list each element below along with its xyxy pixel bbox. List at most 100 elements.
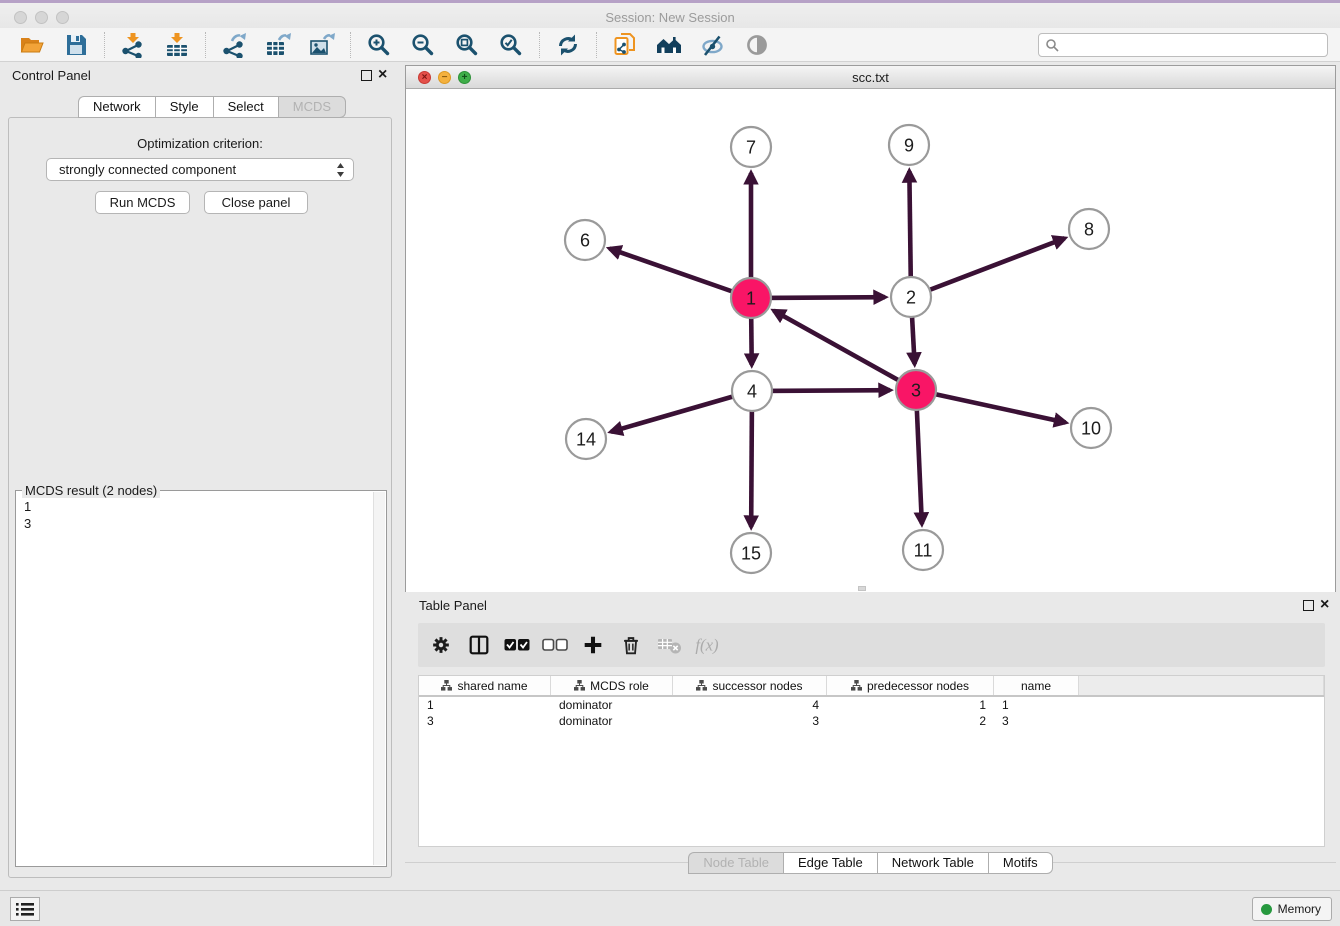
import-network-icon[interactable] bbox=[120, 32, 146, 58]
tab-node-table[interactable]: Node Table bbox=[688, 852, 783, 874]
export-network-icon[interactable] bbox=[221, 32, 247, 58]
mcds-result-title: MCDS result (2 nodes) bbox=[22, 483, 160, 498]
column-label: MCDS role bbox=[590, 679, 649, 693]
eye-icon[interactable] bbox=[744, 32, 770, 58]
table-float-panel-icon[interactable] bbox=[1303, 600, 1314, 611]
close-panel-icon[interactable]: × bbox=[378, 66, 387, 84]
main-toolbar bbox=[0, 28, 1340, 62]
checked-pair-icon[interactable] bbox=[502, 631, 532, 659]
zoom-selected-icon[interactable] bbox=[498, 32, 524, 58]
delete-table-icon bbox=[654, 631, 684, 659]
graph-node-14[interactable]: 14 bbox=[566, 419, 606, 459]
graph-node-1[interactable]: 1 bbox=[731, 278, 771, 318]
network-graph: 7 9 6 8 1 2 4 3 14 10 15 11 bbox=[406, 89, 1335, 592]
import-table-icon[interactable] bbox=[164, 32, 190, 58]
graph-node-10[interactable]: 10 bbox=[1071, 408, 1111, 448]
memory-button[interactable]: Memory bbox=[1252, 897, 1332, 921]
graph-edge-2-8[interactable] bbox=[911, 238, 1065, 297]
add-column-icon[interactable] bbox=[578, 631, 608, 659]
column-header-predecessor-nodes[interactable]: predecessor nodes bbox=[827, 676, 994, 695]
tab-edge-table[interactable]: Edge Table bbox=[783, 852, 877, 874]
select-stepper-icon bbox=[336, 162, 345, 184]
node-table: shared name MCDS role successor nodesprede… bbox=[418, 675, 1325, 847]
save-floppy-icon[interactable] bbox=[63, 32, 89, 58]
header-filler bbox=[1079, 676, 1324, 695]
toolbar-separator bbox=[104, 32, 105, 58]
network-canvas[interactable]: 7 9 6 8 1 2 4 3 14 10 15 11 bbox=[406, 89, 1335, 592]
open-folder-icon[interactable] bbox=[19, 32, 45, 58]
memory-status-icon bbox=[1261, 904, 1272, 915]
zoom-out-icon[interactable] bbox=[410, 32, 436, 58]
table-panel-title: Table Panel bbox=[419, 598, 487, 613]
graph-edge-3-10[interactable] bbox=[916, 390, 1066, 422]
unchecked-pair-icon[interactable] bbox=[540, 631, 570, 659]
toolbar-separator bbox=[539, 32, 540, 58]
graph-node-11[interactable]: 11 bbox=[903, 530, 943, 570]
graph-node-4[interactable]: 4 bbox=[732, 371, 772, 411]
graph-node-15[interactable]: 15 bbox=[731, 533, 771, 573]
svg-text:11: 11 bbox=[914, 540, 933, 560]
tab-network-table[interactable]: Network Table bbox=[877, 852, 988, 874]
svg-text:3: 3 bbox=[911, 380, 921, 400]
trash-icon[interactable] bbox=[616, 631, 646, 659]
tab-mcds[interactable]: MCDS bbox=[278, 96, 346, 118]
graph-node-7[interactable]: 7 bbox=[731, 127, 771, 167]
graph-edge-1-6[interactable] bbox=[610, 249, 751, 298]
cell-name: 3 bbox=[994, 713, 1079, 729]
close-panel-button[interactable]: Close panel bbox=[204, 191, 308, 214]
split-columns-icon[interactable] bbox=[464, 631, 494, 659]
list-icon bbox=[16, 902, 34, 917]
zoom-in-icon[interactable] bbox=[366, 32, 392, 58]
graph-edge-3-1[interactable] bbox=[774, 311, 916, 390]
column-header-name[interactable]: name bbox=[994, 676, 1079, 695]
graph-node-8[interactable]: 8 bbox=[1069, 209, 1109, 249]
column-tree-icon bbox=[851, 680, 862, 691]
network-view-window: × − + scc.txt 7968124314101511 bbox=[405, 65, 1336, 592]
mcds-result-values: 1 3 bbox=[24, 498, 31, 532]
column-header-MCDS-role[interactable]: MCDS role bbox=[551, 676, 673, 695]
table-row[interactable]: 1dominator411 bbox=[419, 697, 1324, 713]
function-builder-icon: f(x) bbox=[692, 631, 722, 659]
task-history-button[interactable] bbox=[10, 897, 40, 921]
eye-slash-icon[interactable] bbox=[700, 32, 726, 58]
export-image-icon[interactable] bbox=[309, 32, 335, 58]
graph-node-3[interactable]: 3 bbox=[896, 370, 936, 410]
run-mcds-button[interactable]: Run MCDS bbox=[95, 191, 190, 214]
graph-edge-4-14[interactable] bbox=[611, 391, 752, 432]
tab-style[interactable]: Style bbox=[155, 96, 213, 118]
column-tree-icon bbox=[696, 680, 707, 691]
float-panel-icon[interactable] bbox=[361, 70, 372, 81]
cell-MCDS-role: dominator bbox=[551, 697, 673, 713]
svg-text:6: 6 bbox=[580, 230, 590, 250]
table-close-panel-icon[interactable]: × bbox=[1320, 596, 1329, 614]
export-table-icon[interactable] bbox=[265, 32, 291, 58]
splitter-handle[interactable] bbox=[858, 586, 866, 591]
search-icon bbox=[1045, 38, 1059, 52]
zoom-fit-icon[interactable] bbox=[454, 32, 480, 58]
graph-node-2[interactable]: 2 bbox=[891, 277, 931, 317]
toolbar-separator bbox=[350, 32, 351, 58]
gear-icon[interactable] bbox=[426, 631, 456, 659]
graph-node-9[interactable]: 9 bbox=[889, 125, 929, 165]
table-toolbar: f(x) bbox=[418, 623, 1325, 667]
result-scrollbar[interactable] bbox=[373, 492, 385, 865]
svg-text:1: 1 bbox=[746, 288, 756, 308]
tab-network[interactable]: Network bbox=[78, 96, 155, 118]
column-header-successor-nodes[interactable]: successor nodes bbox=[673, 676, 827, 695]
houses-icon[interactable] bbox=[656, 32, 682, 58]
column-header-shared-name[interactable]: shared name bbox=[419, 676, 551, 695]
svg-text:8: 8 bbox=[1084, 219, 1094, 239]
search-input[interactable] bbox=[1038, 33, 1328, 57]
graph-node-6[interactable]: 6 bbox=[565, 220, 605, 260]
optimization-criterion-select[interactable]: strongly connected component bbox=[46, 158, 354, 181]
cell-MCDS-role: dominator bbox=[551, 713, 673, 729]
refresh-icon[interactable] bbox=[555, 32, 581, 58]
svg-text:7: 7 bbox=[746, 137, 756, 157]
tab-motifs[interactable]: Motifs bbox=[988, 852, 1053, 874]
copy-network-icon[interactable] bbox=[612, 32, 638, 58]
table-row[interactable]: 3dominator323 bbox=[419, 713, 1324, 729]
column-tree-icon bbox=[441, 680, 452, 691]
cell-successor-nodes: 3 bbox=[673, 713, 827, 729]
tab-select[interactable]: Select bbox=[213, 96, 278, 118]
control-panel-tabs: NetworkStyleSelectMCDS bbox=[78, 96, 346, 118]
